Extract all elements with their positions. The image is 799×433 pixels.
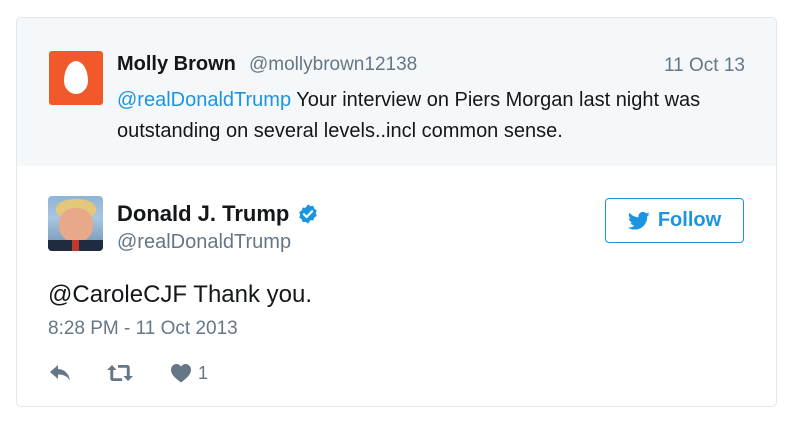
like-button[interactable]: 1 xyxy=(170,363,208,384)
verified-badge-icon xyxy=(299,204,318,224)
replied-date[interactable]: 11 Oct 13 xyxy=(664,55,745,77)
tweet-text: @CaroleCJF Thank you. xyxy=(48,281,313,308)
reply-button[interactable] xyxy=(48,363,72,383)
replied-author-name[interactable]: Molly Brown xyxy=(117,53,236,76)
reply-icon xyxy=(50,365,70,381)
tweet-card: Molly Brown @mollybrown12138 11 Oct 13 @… xyxy=(16,17,777,407)
bird-icon xyxy=(627,211,650,230)
follow-button-label: Follow xyxy=(657,209,722,231)
replied-mention-link[interactable]: @realDonaldTrump xyxy=(117,89,291,111)
replied-text: @realDonaldTrump Your interview on Piers… xyxy=(117,85,757,147)
tweet-timestamp[interactable]: 8:28 PM - 11 Oct 2013 xyxy=(48,318,238,340)
author-handle[interactable]: @realDonaldTrump xyxy=(117,231,291,254)
tweet-actions: 1 xyxy=(48,361,208,385)
retweet-button[interactable] xyxy=(106,363,134,383)
author-name-row: Donald J. Trump xyxy=(117,201,319,227)
avatar[interactable] xyxy=(48,196,103,251)
heart-icon xyxy=(171,364,191,383)
replied-tweet[interactable]: Molly Brown @mollybrown12138 11 Oct 13 @… xyxy=(17,18,776,166)
author-name[interactable]: Donald J. Trump xyxy=(117,201,289,227)
egg-avatar-icon[interactable] xyxy=(49,51,103,105)
retweet-icon xyxy=(107,365,133,381)
follow-button[interactable]: Follow xyxy=(605,198,744,243)
like-count: 1 xyxy=(198,362,209,383)
replied-author-handle[interactable]: @mollybrown12138 xyxy=(249,54,417,76)
